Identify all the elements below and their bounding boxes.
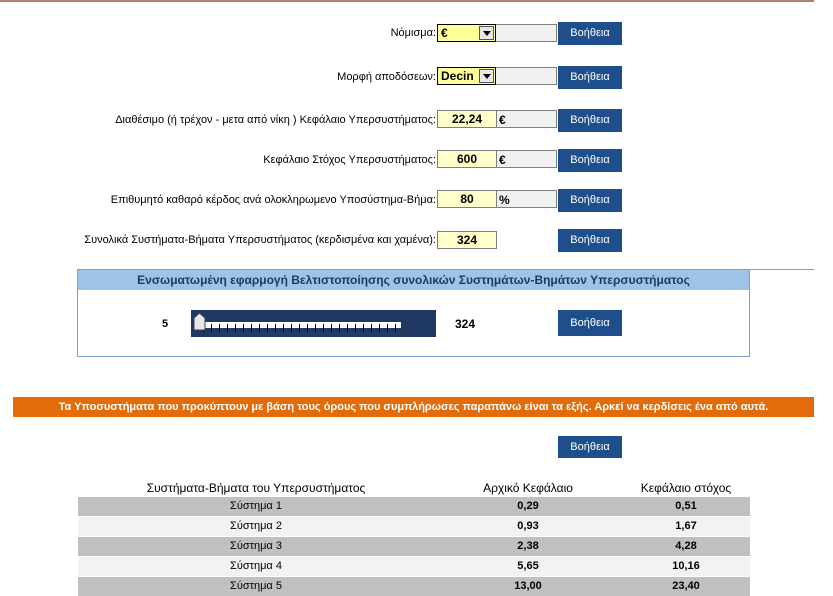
target-capital-unit: € [499,153,506,167]
slider-tick [355,324,356,332]
table-cell: 10,16 [672,560,700,572]
slider-tick [291,324,292,332]
slider-tick [323,324,324,332]
slider-max-label: 324 [455,317,476,331]
help-button-currency[interactable]: Βοήθεια [558,22,622,45]
slider-tick [243,324,244,332]
table-cell: 5,65 [517,560,539,572]
help-button-available-capital[interactable]: Βοήθεια [558,109,622,132]
slider-tick [387,324,388,332]
desired-profit-input[interactable]: 80 [437,190,497,208]
help-button-results[interactable]: Βοήθεια [558,436,622,458]
help-button-optimizer[interactable]: Βοήθεια [558,310,622,336]
slider-tick [339,324,340,332]
table-row: Σύστημα 5 13,00 23,40 [78,577,750,596]
chevron-down-icon[interactable] [479,69,494,83]
odds-format-label: Μορφή αποδόσεων: [337,71,436,83]
top-border [0,0,814,2]
table-header-systems: Συστήματα-Βήματα του Υπερσυστήματος [146,481,366,495]
table-cell: 13,00 [514,580,542,592]
currency-dropdown[interactable]: € [437,24,496,42]
target-capital-input[interactable]: 600 [437,150,497,168]
table-row: Σύστημα 3 2,38 4,28 [78,537,750,556]
table-cell: 4,28 [675,540,697,552]
chevron-down-icon[interactable] [479,26,494,40]
available-capital-unit: € [499,113,506,127]
table-cell: 1,67 [675,520,697,532]
slider-track[interactable] [199,322,401,332]
help-button-desired-profit[interactable]: Βοήθεια [558,189,622,212]
table-cell: Σύστημα 5 [230,580,282,592]
table-cell: 2,38 [517,540,539,552]
odds-format-value: Decin [441,69,474,83]
table-cell: Σύστημα 4 [230,560,282,572]
table-row: Σύστημα 2 0,93 1,67 [78,517,750,536]
table-header-initial-capital: Αρχικό Κεφάλαιο [483,481,573,495]
slider-tick [299,324,300,332]
slider-tick [363,324,364,332]
slider-tick [307,324,308,332]
currency-label: Νόμισμα: [390,27,436,39]
total-systems-input[interactable]: 324 [437,231,497,249]
slider-tick [219,324,220,332]
slider-thumb[interactable] [193,312,206,331]
slider-tick [395,324,396,332]
table-header-target-capital: Κεφάλαιο στόχος [640,481,732,495]
slider-tick [259,324,260,332]
total-systems-label: Συνολικά Συστήματα-Βήματα Υπερσυστήματος… [84,234,436,246]
desired-profit-unit: % [499,193,510,207]
slider-tick [315,324,316,332]
slider-tick [331,324,332,332]
help-button-target-capital[interactable]: Βοήθεια [558,149,622,172]
slider-tick [283,324,284,332]
slider-tick [267,324,268,332]
slider-min-label: 5 [162,318,169,330]
table-cell: 0,29 [517,500,539,512]
available-capital-input[interactable]: 22,24 [437,110,497,128]
help-button-total-systems[interactable]: Βοήθεια [558,229,622,252]
slider-tick [235,324,236,332]
slider-tick [371,324,372,332]
table-row: Σύστημα 4 5,65 10,16 [78,557,750,576]
table-cell: Σύστημα 3 [230,540,282,552]
available-capital-label: Διαθέσιμο (ή τρέχον - μετα από νίκη ) Κε… [115,114,436,126]
table-cell: 23,40 [672,580,700,592]
help-button-odds-format[interactable]: Βοήθεια [558,66,622,89]
slider-tick [227,324,228,332]
currency-value: € [441,26,448,40]
results-banner: Τα Υποσυστήματα που προκύπτουν με βάση τ… [13,397,814,417]
slider-tick [211,324,212,332]
optimizer-title: Ενσωματωμένη εφαρμογή Βελτιστοποίησης συ… [78,270,749,290]
table-row: Σύστημα 1 0,29 0,51 [78,497,750,516]
table-cell: 0,51 [675,500,697,512]
target-capital-label: Κεφάλαιο Στόχος Υπερσυστήματος: [263,154,436,166]
slider-tick [275,324,276,332]
slider-tick [379,324,380,332]
table-cell: 0,93 [517,520,539,532]
table-cell: Σύστημα 2 [230,520,282,532]
odds-format-dropdown[interactable]: Decin [437,67,496,85]
desired-profit-label: Επιθυμητό καθαρό κέρδος ανά ολοκληρωμενο… [110,194,436,206]
slider-tick [347,324,348,332]
panel-extension-line [750,269,814,270]
table-cell: Σύστημα 1 [230,500,282,512]
optimizer-slider[interactable] [191,310,436,337]
slider-tick [251,324,252,332]
